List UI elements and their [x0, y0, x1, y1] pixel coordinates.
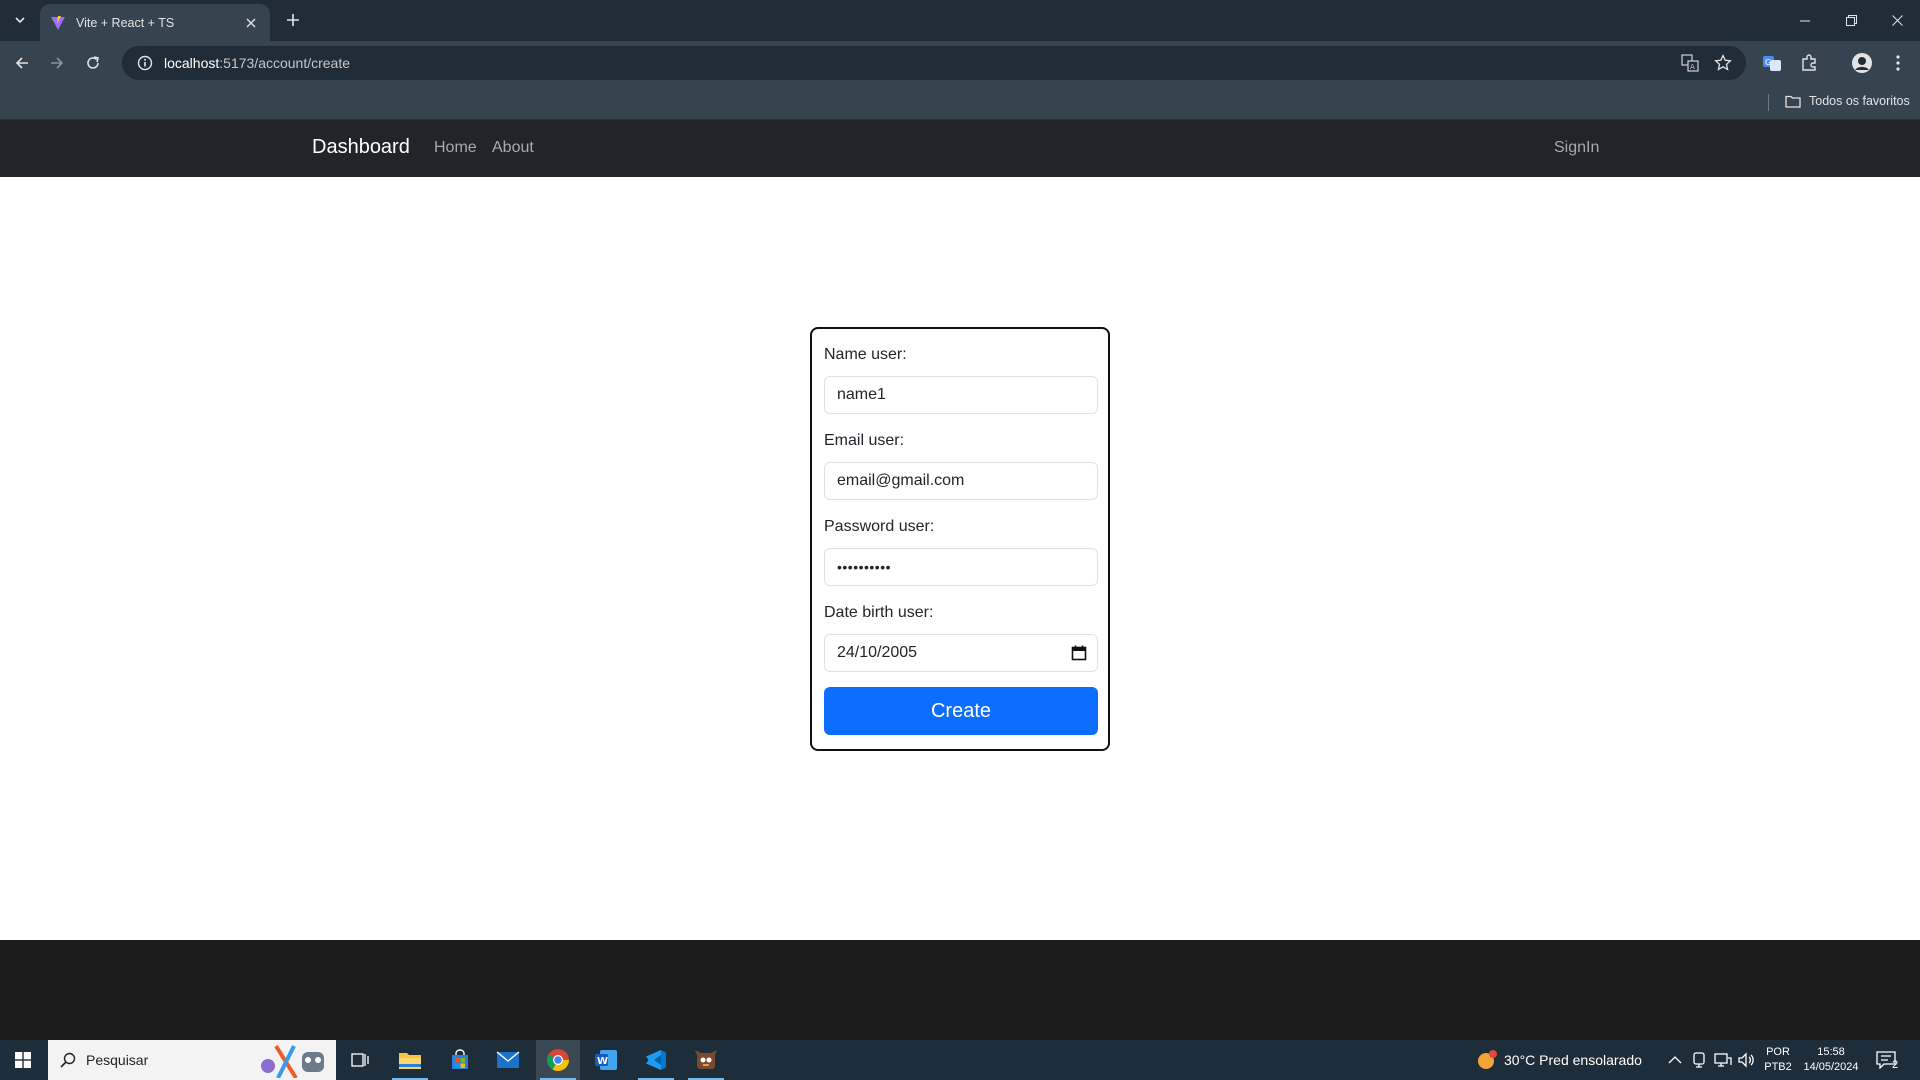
svg-text:G: G	[1765, 58, 1771, 67]
password-label: Password user:	[824, 518, 935, 535]
notification-center-icon[interactable]: 2	[1876, 1040, 1898, 1080]
page-footer	[0, 940, 1920, 1040]
all-bookmarks-button[interactable]: Todos os favoritos	[1785, 94, 1910, 108]
weather-text: 30°C Pred ensolarado	[1504, 1052, 1642, 1068]
name-input[interactable]: name1	[824, 376, 1098, 414]
bookmark-star-icon[interactable]	[1712, 52, 1734, 74]
keyboard-layout: PTB2	[1764, 1061, 1792, 1073]
birth-date-value: 24/10/2005	[837, 644, 918, 661]
app-navbar: Dashboard Home About SignIn	[0, 120, 1920, 177]
tray-chevron-icon[interactable]	[1668, 1040, 1682, 1080]
password-value: ••••••••••	[837, 559, 892, 575]
vite-favicon-icon	[50, 15, 66, 31]
bookmarks-separator	[1768, 94, 1769, 111]
url-text: localhost:5173/account/create	[164, 55, 351, 71]
name-label: Name user:	[824, 346, 907, 363]
email-input[interactable]: email@gmail.com	[824, 462, 1098, 500]
all-bookmarks-label: Todos os favoritos	[1809, 94, 1910, 108]
vscode-icon[interactable]	[634, 1040, 678, 1080]
microsoft-store-icon[interactable]	[438, 1040, 482, 1080]
browser-toolbar: localhost:5173/account/create A G	[0, 41, 1920, 85]
back-arrow-icon[interactable]	[8, 49, 36, 77]
task-view-icon[interactable]	[338, 1040, 382, 1080]
site-info-icon[interactable]	[130, 55, 160, 71]
create-button[interactable]: Create	[824, 687, 1098, 735]
bookmarks-bar: Todos os favoritos	[0, 85, 1920, 120]
taskbar-search-box[interactable]: Pesquisar	[48, 1040, 336, 1080]
weather-widget[interactable]: 30°C Pred ensolarado	[1476, 1040, 1642, 1080]
tab-title: Vite + React + TS	[76, 15, 175, 30]
browser-tabstrip: Vite + React + TS	[0, 0, 1920, 41]
meet-now-icon[interactable]	[1692, 1040, 1706, 1080]
minimize-icon[interactable]	[1782, 0, 1828, 41]
taskbar-search-placeholder: Pesquisar	[86, 1052, 149, 1068]
svg-text:W: W	[597, 1056, 608, 1067]
file-explorer-icon[interactable]	[388, 1040, 432, 1080]
translate-extension-icon[interactable]: G	[1759, 50, 1785, 76]
create-account-form: Name user: name1 Email user: email@gmail…	[810, 327, 1110, 751]
calendar-icon[interactable]	[1071, 645, 1087, 666]
name-value: name1	[837, 386, 886, 403]
notification-count: 2	[1892, 1059, 1899, 1071]
password-input[interactable]: ••••••••••	[824, 548, 1098, 586]
nav-link-about[interactable]: About	[492, 139, 534, 157]
reload-icon[interactable]	[79, 49, 107, 77]
mail-icon[interactable]	[486, 1040, 530, 1080]
weather-sun-icon	[1478, 1050, 1497, 1069]
email-label: Email user:	[824, 432, 905, 449]
restore-icon[interactable]	[1828, 0, 1874, 41]
browser-menu-kebab-icon[interactable]	[1885, 50, 1911, 76]
email-value: email@gmail.com	[837, 472, 965, 489]
pet-app-icon[interactable]	[684, 1040, 728, 1080]
navbar-brand[interactable]: Dashboard	[312, 136, 410, 159]
folder-icon	[1785, 95, 1801, 108]
tab-close-icon[interactable]	[242, 14, 260, 32]
word-icon[interactable]: W	[584, 1040, 628, 1080]
browser-tab[interactable]: Vite + React + TS	[40, 4, 270, 41]
clock-time: 15:58	[1817, 1046, 1845, 1058]
network-icon[interactable]	[1714, 1040, 1732, 1080]
volume-icon[interactable]	[1738, 1040, 1756, 1080]
windows-start-icon[interactable]	[0, 1040, 46, 1080]
chrome-icon[interactable]	[536, 1040, 580, 1080]
new-tab-plus-icon[interactable]	[281, 8, 305, 32]
search-icon	[60, 1052, 76, 1068]
input-language-indicator[interactable]: POR PTB2	[1762, 1045, 1794, 1075]
nav-link-home[interactable]: Home	[434, 139, 477, 157]
svg-text:A: A	[1690, 63, 1695, 71]
close-window-icon[interactable]	[1874, 0, 1920, 41]
clock[interactable]: 15:58 14/05/2024	[1798, 1045, 1864, 1075]
birth-date-label: Date birth user:	[824, 604, 934, 621]
translate-icon[interactable]: A	[1679, 52, 1701, 74]
profile-avatar-icon[interactable]	[1849, 50, 1875, 76]
nav-link-signin[interactable]: SignIn	[1554, 139, 1599, 157]
clock-date: 14/05/2024	[1803, 1061, 1859, 1073]
forward-arrow-icon[interactable]	[43, 49, 71, 77]
address-bar[interactable]: localhost:5173/account/create A	[122, 46, 1746, 80]
extensions-puzzle-icon[interactable]	[1796, 50, 1822, 76]
tab-search-chevron-icon[interactable]	[8, 8, 32, 32]
windows-taskbar: Pesquisar W 30°C Pred ensolarado POR PTB…	[0, 1040, 1920, 1080]
search-highlight-illustration-icon	[261, 1044, 324, 1078]
language-code: POR	[1766, 1046, 1790, 1058]
birth-date-input[interactable]: 24/10/2005	[824, 634, 1098, 672]
